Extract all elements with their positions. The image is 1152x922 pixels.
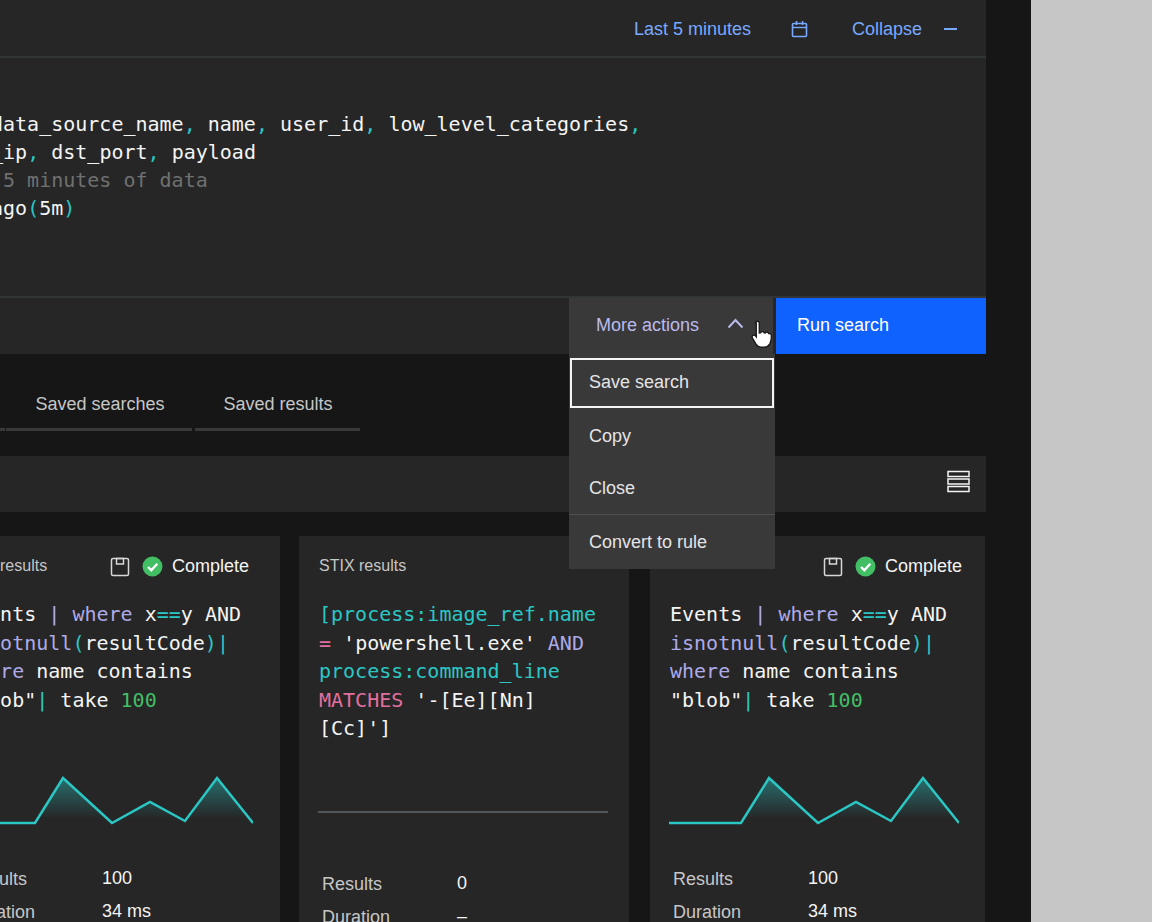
app-window: Last 5 minutes Collapse data_source_name… <box>0 0 1152 922</box>
outside-desktop-area <box>1031 0 1152 922</box>
card-status: Complete <box>823 556 962 577</box>
results-stat-value: 0 <box>457 873 467 894</box>
card-title: STIX results <box>319 557 406 575</box>
menu-item-convert-to-rule[interactable]: Convert to rule <box>569 515 775 569</box>
duration-stat-value: – <box>457 906 467 922</box>
chevron-up-icon <box>727 318 744 329</box>
query-editor-code: data_source_name, name, user_id, low_lev… <box>0 110 641 222</box>
card-status: Complete <box>110 556 249 577</box>
complete-check-icon <box>855 556 876 577</box>
tab-underline-stub <box>0 428 5 431</box>
action-bar: More actions Run search <box>0 298 986 354</box>
tab-underline-saved-results <box>195 428 360 431</box>
result-card-stix: STIX results [process:image_ref.name= 'p… <box>299 536 629 922</box>
more-actions-menu: Save searchCopyCloseConvert to rule <box>569 354 775 569</box>
results-stat-label: Results <box>673 869 733 890</box>
query-editor[interactable]: data_source_name, name, user_id, low_lev… <box>0 58 986 296</box>
time-range-label[interactable]: Last 5 minutes <box>634 19 751 40</box>
save-icon[interactable] <box>823 557 843 577</box>
flat-chart-line <box>318 811 608 813</box>
duration-stat-label: Duration <box>673 902 741 922</box>
tab-underline-saved-searches <box>6 428 192 431</box>
card-code: Events | where x==y ANDisnotnull(resultC… <box>670 600 947 714</box>
result-card-right: Complete Events | where x==y ANDisnotnul… <box>650 536 985 922</box>
duration-stat-value: 34 ms <box>102 901 151 922</box>
menu-item-copy[interactable]: Copy <box>569 410 775 462</box>
result-card-left: results Complete Events | where x==y AND… <box>0 536 280 922</box>
results-toolbar <box>0 456 986 512</box>
status-label: Complete <box>885 556 962 577</box>
duration-stat-label: Duration <box>322 907 390 922</box>
card-code: Events | where x==y ANDisnotnull(resultC… <box>0 600 241 714</box>
results-stat-label: Results <box>0 869 27 890</box>
mouse-cursor <box>744 320 774 352</box>
rows-view-icon[interactable] <box>946 469 971 494</box>
collapse-label[interactable]: Collapse <box>852 19 922 40</box>
run-search-label: Run search <box>797 315 889 336</box>
calendar-icon[interactable] <box>790 20 809 39</box>
results-stat-value: 100 <box>808 868 838 889</box>
complete-check-icon <box>142 556 163 577</box>
status-label: Complete <box>172 556 249 577</box>
card-code: [process:image_ref.name= 'powershell.exe… <box>319 600 596 743</box>
tab-saved-results[interactable]: Saved results <box>196 394 360 415</box>
collapse-minus-icon[interactable] <box>944 28 957 30</box>
duration-stat-value: 34 ms <box>808 901 857 922</box>
more-actions-button[interactable]: More actions <box>569 298 773 354</box>
menu-item-save-search[interactable]: Save search <box>569 354 775 410</box>
run-search-button[interactable]: Run search <box>776 298 986 354</box>
card-title: results <box>0 557 47 575</box>
results-stat-label: Results <box>322 874 382 895</box>
more-actions-label: More actions <box>596 315 699 336</box>
save-icon[interactable] <box>110 557 130 577</box>
results-stat-value: 100 <box>102 868 132 889</box>
sparkline-chart <box>0 772 253 828</box>
top-bar: Last 5 minutes Collapse <box>0 0 986 56</box>
duration-stat-label: Duration <box>0 902 35 922</box>
sparkline-chart <box>669 772 959 828</box>
menu-item-close[interactable]: Close <box>569 462 775 514</box>
tab-saved-searches[interactable]: Saved searches <box>8 394 192 415</box>
